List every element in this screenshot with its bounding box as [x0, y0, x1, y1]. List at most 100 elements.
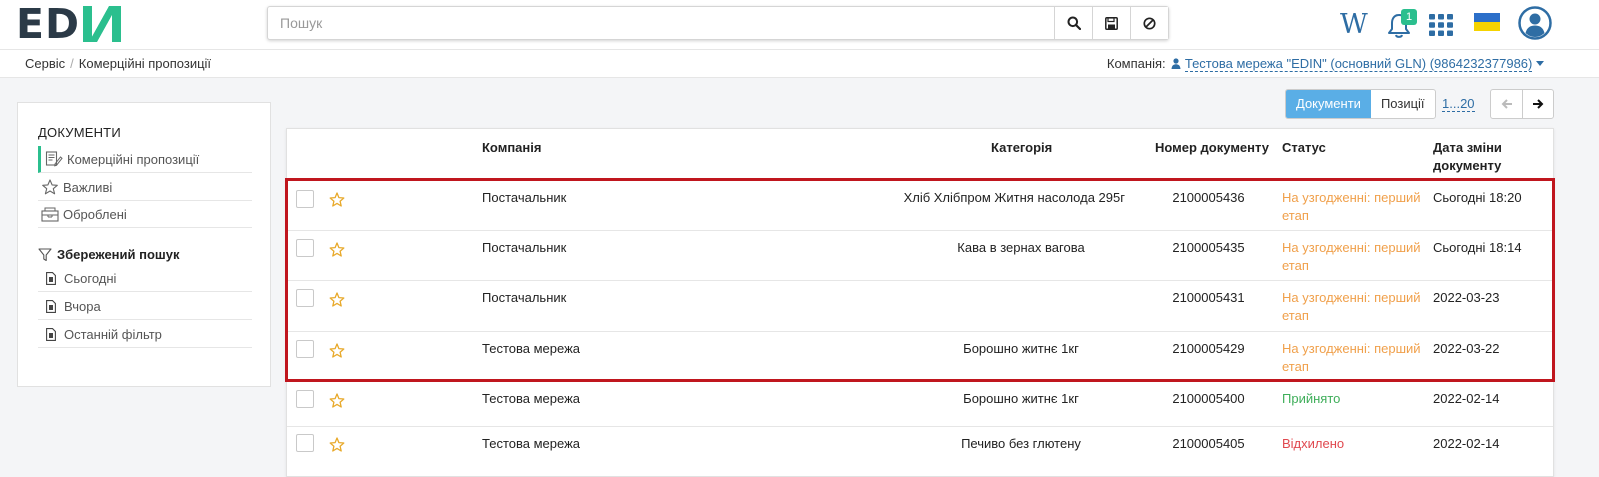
saved-search-last-filter[interactable]: Останній фільтр — [38, 321, 252, 348]
company-label: Компанія: — [1106, 56, 1166, 71]
saved-search-yesterday[interactable]: Вчора — [38, 293, 252, 320]
view-toggle: Документи Позиції — [1285, 89, 1436, 119]
row-checkbox[interactable] — [296, 289, 314, 307]
cell-doc-number[interactable]: 2100005405 — [1155, 435, 1262, 453]
star-outline-icon[interactable] — [329, 292, 345, 308]
table-row[interactable]: Постачальник 2100005431 На узгодженні: п… — [287, 280, 1553, 331]
row-checkbox[interactable] — [296, 239, 314, 257]
cell-category: Печиво без глютену — [961, 436, 1081, 451]
status-line1: На узгодженні: перший — [1282, 341, 1421, 356]
star-outline-icon[interactable] — [329, 192, 345, 208]
column-header-category[interactable]: Категорія — [991, 139, 1052, 157]
user-icon — [1171, 58, 1181, 69]
floppy-disk-icon — [1105, 16, 1118, 30]
cell-doc-number[interactable]: 2100005400 — [1155, 390, 1262, 408]
status-line2: етап — [1282, 258, 1309, 273]
saved-search-today[interactable]: Сьогодні — [38, 265, 252, 292]
cell-date: Сьогодні 18:14 — [1433, 240, 1522, 255]
star-outline-icon[interactable] — [329, 437, 345, 453]
saved-search-label: Збережений пошук — [57, 247, 180, 262]
document-edit-icon — [45, 151, 63, 167]
cell-company: Постачальник — [482, 290, 567, 305]
clear-search-button[interactable] — [1130, 7, 1168, 39]
cell-company: Тестова мережа — [482, 436, 580, 451]
saved-search-item-label: Останній фільтр — [64, 326, 162, 342]
table-row[interactable]: Тестова мережа Борошно житнє 1кг 2100005… — [287, 331, 1553, 381]
breadcrumb-item-service[interactable]: Сервіс — [25, 56, 65, 71]
saved-search-heading: Збережений пошук — [38, 247, 180, 262]
breadcrumb-separator: / — [70, 56, 74, 71]
search-button[interactable] — [1054, 7, 1092, 39]
search-input[interactable] — [268, 7, 1054, 39]
top-bar: ED W 1 — [0, 0, 1599, 50]
arrow-left-icon — [1501, 99, 1512, 109]
cell-status: На узгодженні: перший етап — [1282, 289, 1421, 325]
row-checkbox[interactable] — [296, 390, 314, 408]
saved-search-item-label: Вчора — [64, 298, 101, 314]
cell-company: Тестова мережа — [482, 341, 580, 356]
cell-date: 2022-03-22 — [1433, 341, 1500, 356]
cell-company: Постачальник — [482, 240, 567, 255]
cell-category: Кава в зернах вагова — [957, 240, 1085, 255]
file-icon — [46, 327, 56, 341]
cell-status: Відхилено — [1282, 436, 1345, 451]
toggle-positions[interactable]: Позиції — [1371, 90, 1435, 118]
cell-doc-number[interactable]: 2100005435 — [1155, 239, 1262, 257]
cell-status: Прийнято — [1282, 391, 1341, 406]
column-header-status[interactable]: Статус — [1282, 139, 1326, 157]
status-line2: етап — [1282, 208, 1309, 223]
company-selector: Компанія: Тестова мережа "EDIN" (основни… — [1106, 56, 1544, 72]
user-avatar-icon[interactable] — [1518, 6, 1552, 40]
row-checkbox[interactable] — [296, 190, 314, 208]
cell-doc-number[interactable]: 2100005436 — [1155, 189, 1262, 207]
sidebar-item-commercial-offers[interactable]: Комерційні пропозиції — [38, 146, 252, 173]
sidebar-item-processed[interactable]: Оброблені — [38, 201, 252, 228]
sidebar-item-label: Оброблені — [63, 206, 127, 222]
ukraine-flag-icon[interactable] — [1474, 13, 1500, 31]
status-line1: На узгодженні: перший — [1282, 190, 1421, 205]
table-row[interactable]: Постачальник Кава в зернах вагова 210000… — [287, 230, 1553, 280]
cell-date: 2022-02-14 — [1433, 436, 1500, 451]
page-range-selector[interactable]: 1...20 — [1442, 96, 1475, 112]
sidebar: ДОКУМЕНТИ Комерційні пропозиції Важливі … — [17, 102, 271, 387]
apps-grid-icon[interactable] — [1428, 13, 1454, 37]
status-line1: На узгодженні: перший — [1282, 240, 1421, 255]
table-row[interactable]: Тестова мережа Печиво без глютену 210000… — [287, 426, 1553, 476]
column-header-date-line2: документу — [1433, 158, 1502, 173]
cell-status: На узгодженні: перший етап — [1282, 189, 1421, 225]
cell-company: Тестова мережа — [482, 391, 580, 406]
row-checkbox[interactable] — [296, 340, 314, 358]
breadcrumb-item-current: Комерційні пропозиції — [78, 56, 212, 71]
star-outline-icon[interactable] — [329, 393, 345, 409]
save-search-button[interactable] — [1092, 7, 1130, 39]
column-header-company[interactable]: Компанія — [482, 139, 541, 157]
star-outline-icon[interactable] — [329, 242, 345, 258]
prev-page-button[interactable] — [1491, 90, 1522, 118]
cell-date: 2022-03-23 — [1433, 290, 1500, 305]
edin-logo[interactable]: ED — [16, 3, 122, 44]
cell-date: 2022-02-14 — [1433, 391, 1500, 406]
caret-down-icon[interactable] — [1536, 61, 1544, 67]
column-header-doc-number[interactable]: Номер документу — [1155, 139, 1269, 157]
cell-doc-number[interactable]: 2100005431 — [1155, 289, 1262, 307]
company-name-link[interactable]: Тестова мережа "EDIN" (основний GLN) (98… — [1184, 56, 1533, 72]
file-icon — [46, 271, 56, 285]
arrow-right-icon — [1533, 99, 1544, 109]
cell-status: На узгодженні: перший етап — [1282, 340, 1421, 376]
table-row[interactable]: Тестова мережа Борошно житнє 1кг 2100005… — [287, 381, 1553, 426]
search-icon — [1067, 16, 1081, 30]
next-page-button[interactable] — [1522, 90, 1553, 118]
cell-category: Хліб Хлібпром Житня насолода 295г — [903, 190, 1125, 205]
star-outline-icon[interactable] — [329, 343, 345, 359]
sidebar-item-important[interactable]: Важливі — [38, 174, 252, 201]
table-row[interactable]: Постачальник Хліб Хлібпром Житня насолод… — [287, 179, 1553, 230]
cell-doc-number[interactable]: 2100005429 — [1155, 340, 1262, 358]
column-header-change-date[interactable]: Дата зміни документу — [1433, 139, 1502, 175]
notification-count-badge: 1 — [1401, 9, 1417, 25]
toggle-documents[interactable]: Документи — [1286, 90, 1371, 118]
sidebar-heading-documents: ДОКУМЕНТИ — [38, 125, 121, 140]
column-header-date-line1: Дата зміни — [1433, 140, 1502, 155]
cell-status: На узгодженні: перший етап — [1282, 239, 1421, 275]
status-line1: На узгодженні: перший — [1282, 290, 1421, 305]
row-checkbox[interactable] — [296, 434, 314, 452]
